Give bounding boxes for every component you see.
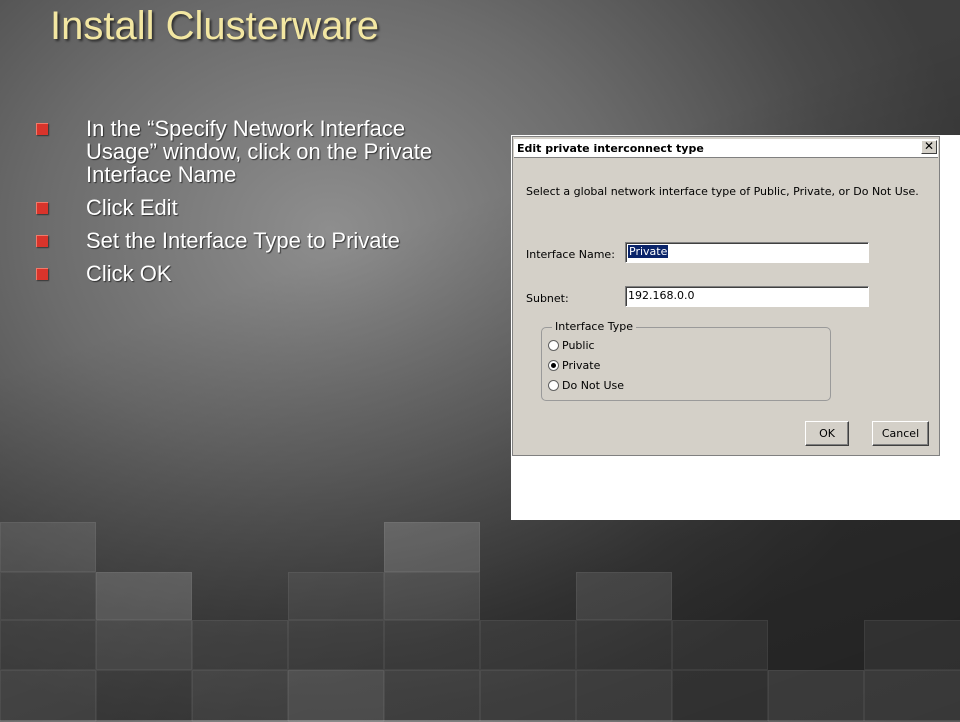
radio-button-selected[interactable] <box>548 360 559 371</box>
edit-interconnect-dialog: Edit private interconnect type ✕ Select … <box>512 136 940 456</box>
bullet-item: In the “Specify Network Interface Usage”… <box>36 118 436 187</box>
bullet-text: Click Edit <box>86 195 178 220</box>
bullet-text: Set the Interface Type to Private <box>86 228 400 253</box>
bullet-square-icon <box>36 202 48 214</box>
radio-button[interactable] <box>548 340 559 351</box>
subnet-label: Subnet: <box>526 292 569 305</box>
radio-label-public: Public <box>562 339 595 352</box>
bullet-text: Click OK <box>86 261 172 286</box>
radio-label-private: Private <box>562 359 601 372</box>
interface-name-value: Private <box>628 245 669 258</box>
interface-name-input[interactable]: Private <box>625 242 869 263</box>
bullet-item: Set the Interface Type to Private <box>36 230 436 253</box>
close-icon: ✕ <box>923 139 935 153</box>
interface-type-group-title: Interface Type <box>552 320 637 333</box>
bullet-item: Click OK <box>36 263 436 286</box>
subnet-input[interactable]: 192.168.0.0 <box>625 286 869 307</box>
subnet-value: 192.168.0.0 <box>628 289 695 302</box>
bullet-item: Click Edit <box>36 197 436 220</box>
radio-label-do-not-use: Do Not Use <box>562 379 625 392</box>
interface-type-group: Interface Type Public Private Do Not Use <box>541 320 831 401</box>
radio-button[interactable] <box>548 380 559 391</box>
bullet-square-icon <box>36 123 48 135</box>
dialog-title: Edit private interconnect type <box>517 142 704 155</box>
bullet-square-icon <box>36 235 48 247</box>
bullet-text: In the “Specify Network Interface Usage”… <box>86 116 433 187</box>
bullet-square-icon <box>36 268 48 280</box>
interface-name-label: Interface Name: <box>526 248 615 261</box>
dialog-titlebar[interactable]: Edit private interconnect type ✕ <box>514 139 938 158</box>
cancel-button[interactable]: Cancel <box>872 421 929 446</box>
bullet-list: In the “Specify Network Interface Usage”… <box>36 118 436 296</box>
close-button[interactable]: ✕ <box>921 140 937 154</box>
slide-title: Install Clusterware <box>50 4 380 48</box>
ok-button[interactable]: OK <box>805 421 849 446</box>
dialog-instruction: Select a global network interface type o… <box>526 185 919 198</box>
